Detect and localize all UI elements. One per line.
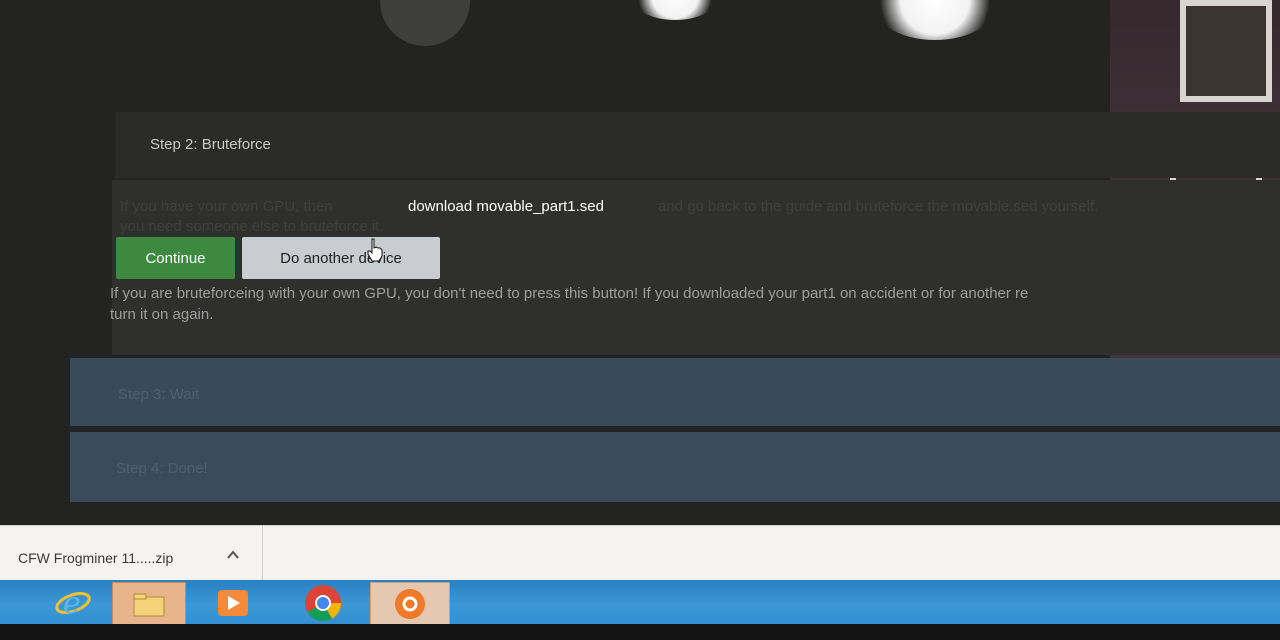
reflection-frame [1180, 0, 1272, 102]
svg-text:e: e [63, 586, 81, 621]
chrome-icon[interactable] [288, 582, 358, 624]
step3-label: Step 3: Wait [118, 386, 200, 403]
step3-header[interactable]: Step 3: Wait [70, 358, 1280, 426]
file-explorer-icon[interactable] [112, 582, 186, 626]
step2-header[interactable] [115, 112, 1280, 178]
do-another-device-button[interactable]: Do another device [242, 237, 440, 279]
step4-label: Step 4: Done! [116, 460, 208, 477]
download-file-name: CFW Frogminer 11.....zip [18, 550, 174, 566]
intro-text-line2: you need someone else to bruteforce it. [120, 218, 384, 235]
intro-text-suffix: and go back to the guide and bruteforce … [658, 198, 1099, 215]
screen-bezel [0, 624, 1280, 640]
gear-icon [395, 589, 425, 619]
chrome-logo-icon [305, 585, 341, 622]
light-glare [870, 0, 1000, 40]
chevron-up-icon[interactable] [226, 548, 240, 562]
hand-cursor-icon [367, 238, 383, 262]
download-part1-link[interactable]: download movable_part1.sed [408, 198, 604, 215]
notice-line2: turn it on again. [110, 306, 214, 323]
notice-line1: If you are bruteforceing with your own G… [110, 285, 1029, 302]
ie-logo-icon: e [55, 586, 91, 621]
light-glare [630, 0, 720, 20]
internet-explorer-icon[interactable]: e [38, 582, 108, 624]
continue-button[interactable]: Continue [116, 237, 235, 279]
download-item[interactable]: CFW Frogminer 11.....zip [0, 526, 263, 581]
folder-icon [133, 593, 165, 617]
intro-text-prefix: If you have your own GPU, then [120, 198, 333, 215]
step2-title: Step 2: Bruteforce [150, 136, 271, 153]
step4-header[interactable]: Step 4: Done! [70, 432, 1280, 502]
gpu-notice-text: If you are bruteforceing with your own G… [110, 283, 1280, 325]
media-player-icon[interactable] [198, 582, 268, 624]
browser-content: Step 2: Bruteforce If you have your own … [0, 0, 1280, 525]
download-shelf: CFW Frogminer 11.....zip [0, 525, 1280, 581]
orange-app-icon[interactable] [370, 582, 450, 626]
reflection-blob [380, 0, 470, 46]
play-icon [218, 590, 248, 616]
